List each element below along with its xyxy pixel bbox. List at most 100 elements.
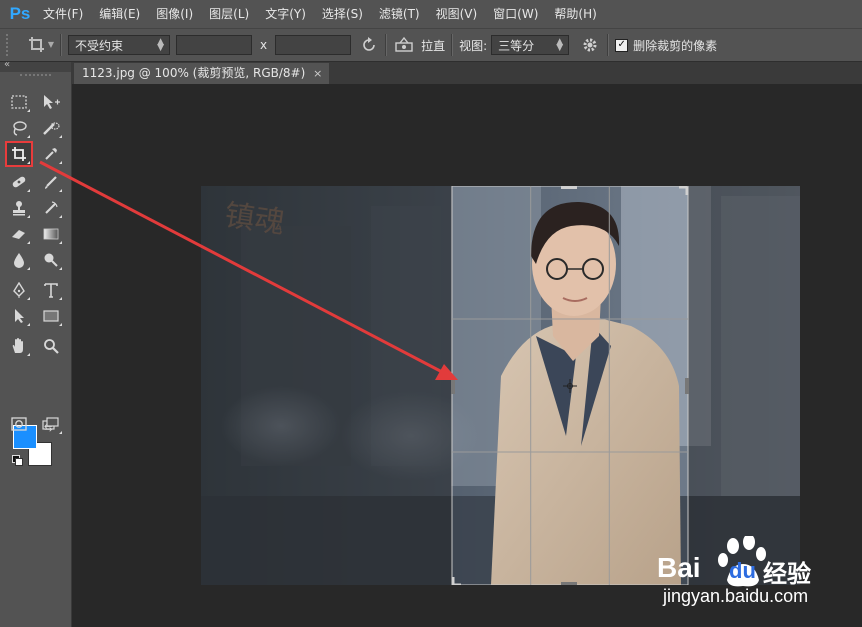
- gradient-tool[interactable]: [38, 222, 64, 246]
- baidu-url: jingyan.baidu.com: [663, 586, 809, 606]
- separator: [451, 34, 454, 56]
- ratio-value: 不受约束: [75, 38, 124, 53]
- baidu-watermark: Bai du 经验 jingyan.baidu.com: [655, 536, 855, 616]
- crop-icon: [12, 147, 26, 161]
- height-field[interactable]: [275, 35, 352, 55]
- delete-pixels-checkbox[interactable]: ✓ 删除裁剪的像素: [615, 37, 717, 54]
- crop-tool[interactable]: [5, 141, 33, 167]
- screen-mode-button[interactable]: [38, 412, 64, 436]
- eraser-icon: [12, 230, 25, 239]
- lasso-tool[interactable]: [6, 116, 32, 140]
- image-canvas[interactable]: 镇魂: [201, 186, 800, 585]
- document-tab-bar: 1123.jpg @ 100% (裁剪预览, RGB/8#) ×: [72, 62, 862, 85]
- swap-label: x: [260, 38, 268, 52]
- delete-pixels-label: 删除裁剪的像素: [633, 38, 718, 53]
- tools-panel: « ⇆: [0, 59, 72, 627]
- gear-icon: [583, 38, 597, 52]
- hand-tool[interactable]: [6, 334, 32, 358]
- quick-mask-button[interactable]: [6, 412, 32, 436]
- view-select[interactable]: 三等分 ▲ ▼: [491, 35, 570, 55]
- swap-dimensions-button[interactable]: [359, 35, 379, 55]
- move-tool[interactable]: [38, 90, 64, 114]
- menu-filter[interactable]: 滤镜(T): [371, 0, 428, 28]
- separator: [385, 34, 388, 56]
- width-field[interactable]: [176, 35, 252, 55]
- separator: [60, 34, 62, 56]
- clone-stamp-tool[interactable]: [6, 196, 32, 220]
- settings-button[interactable]: [579, 34, 601, 56]
- menu-select[interactable]: 选择(S): [314, 0, 371, 28]
- healing-brush-tool[interactable]: [6, 170, 32, 194]
- type-tool[interactable]: [38, 278, 64, 302]
- photoshop-logo: Ps: [9, 4, 31, 23]
- hand-icon: [12, 338, 23, 353]
- marquee-tool[interactable]: [6, 90, 32, 114]
- rotate-icon: [363, 37, 375, 51]
- baidu-jingyan: 经验: [763, 560, 811, 588]
- quick-selection-tool[interactable]: [38, 116, 64, 140]
- magnifier-icon: [44, 339, 59, 354]
- type-icon: [44, 283, 58, 298]
- default-colors-icon[interactable]: [12, 455, 23, 466]
- bandage-icon: [12, 176, 26, 188]
- document-tab[interactable]: 1123.jpg @ 100% (裁剪预览, RGB/8#) ×: [74, 63, 330, 84]
- pen-tool[interactable]: [6, 278, 32, 302]
- quick-selection-icon: [43, 122, 60, 135]
- history-brush-icon: [45, 201, 58, 214]
- lasso-icon: [13, 121, 27, 136]
- rectangle-marquee-icon: [11, 95, 27, 109]
- document-tab-title: 1123.jpg @ 100% (裁剪预览, RGB/8#): [82, 66, 306, 80]
- spinner-icon: ▲ ▼: [556, 37, 564, 53]
- brush-tool[interactable]: [38, 170, 64, 194]
- menu-layer[interactable]: 图层(L): [201, 0, 257, 28]
- tool-preset-picker[interactable]: ▼: [20, 33, 54, 57]
- baidu-brand-du: du: [729, 558, 756, 583]
- options-bar-grip[interactable]: [6, 34, 12, 56]
- straighten-icon: [395, 36, 413, 52]
- screen-mode-icon: [42, 417, 59, 430]
- pen-icon: [13, 282, 25, 298]
- tools-panel-header: «: [0, 59, 71, 72]
- arrow-pointer-icon: [15, 309, 24, 323]
- menu-type[interactable]: 文字(Y): [257, 0, 314, 28]
- eyedropper-tool[interactable]: [38, 142, 64, 166]
- straighten-button[interactable]: 拉直: [393, 36, 445, 54]
- menu-file[interactable]: 文件(F): [35, 0, 91, 28]
- menu-window[interactable]: 窗口(W): [485, 0, 546, 28]
- move-icon: [44, 95, 60, 109]
- menu-edit[interactable]: 编辑(E): [91, 0, 148, 28]
- crop-icon: [29, 37, 44, 52]
- rectangle-tool[interactable]: [38, 304, 64, 328]
- history-brush-tool[interactable]: [38, 196, 64, 220]
- image-calligraphy-text: 镇魂: [222, 197, 287, 241]
- view-value: 三等分: [498, 38, 535, 53]
- menu-image[interactable]: 图像(I): [148, 0, 201, 28]
- water-drop-icon: [14, 253, 24, 268]
- dodge-icon: [44, 253, 58, 267]
- zoom-tool[interactable]: [38, 334, 64, 358]
- photo-illustration: [201, 186, 800, 585]
- straighten-label: 拉直: [421, 38, 446, 53]
- spinner-icon: ▲ ▼: [157, 37, 164, 53]
- tools-panel-grip[interactable]: [20, 74, 51, 84]
- view-label: 视图:: [459, 38, 488, 53]
- checkbox-checked-icon: ✓: [615, 38, 629, 52]
- dodge-tool[interactable]: [38, 248, 64, 272]
- separator: [607, 34, 610, 56]
- gradient-icon: [43, 228, 59, 240]
- menu-bar: Ps 文件(F) 编辑(E) 图像(I) 图层(L) 文字(Y) 选择(S) 滤…: [0, 0, 862, 28]
- quick-mask-icon: [11, 417, 27, 431]
- ratio-select[interactable]: 不受约束 ▲ ▼: [68, 35, 170, 55]
- blur-tool[interactable]: [6, 248, 32, 272]
- eraser-tool[interactable]: [6, 222, 32, 246]
- close-icon[interactable]: ×: [313, 63, 322, 84]
- path-selection-tool[interactable]: [6, 304, 32, 328]
- collapse-icon[interactable]: «: [4, 59, 10, 70]
- eyedropper-icon: [45, 148, 57, 160]
- brush-icon: [45, 176, 57, 189]
- menu-view[interactable]: 视图(V): [428, 0, 486, 28]
- stamp-icon: [13, 201, 25, 216]
- chevron-down-icon: ▼: [47, 40, 54, 49]
- menu-help[interactable]: 帮助(H): [546, 0, 604, 28]
- baidu-brand: Bai: [657, 552, 701, 583]
